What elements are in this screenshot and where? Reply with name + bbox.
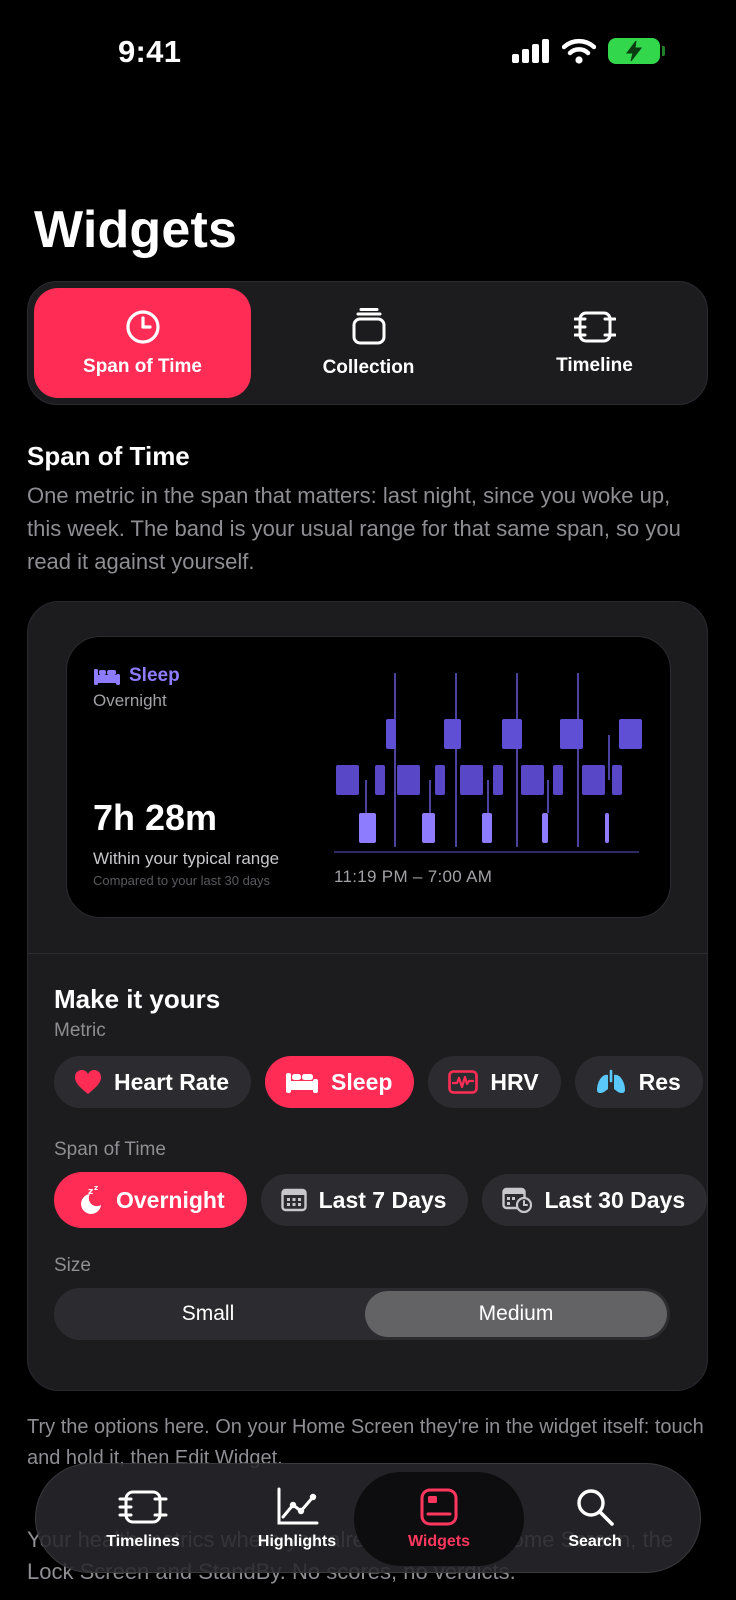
status-icons <box>512 38 665 64</box>
calendar-icon <box>280 1188 307 1212</box>
metric-chip-label: Sleep <box>331 1068 393 1095</box>
section-description: One metric in the span that matters: las… <box>27 483 681 574</box>
bed-icon <box>94 669 120 685</box>
lungs-icon <box>596 1069 625 1094</box>
metric-chip-sleep[interactable]: Sleep <box>265 1056 415 1108</box>
span-chip-last-30-days[interactable]: Last 30 Days <box>482 1174 707 1226</box>
tab-span-of-time-label: Span of Time <box>83 356 202 377</box>
metric-chip-respiratory[interactable]: Res <box>574 1056 703 1108</box>
metric-chip-label: Res <box>638 1068 681 1095</box>
span-chip-overnight[interactable]: z z Overnight <box>54 1172 247 1228</box>
span-chip-label: Overnight <box>116 1186 225 1213</box>
preview-time-range: 11:19 PM – 7:00 AM <box>334 867 493 886</box>
metric-chip-heart-rate[interactable]: Heart Rate <box>54 1056 252 1108</box>
tab-search-label: Search <box>568 1533 622 1550</box>
card-divider <box>28 953 707 954</box>
stack-icon <box>352 308 385 345</box>
tab-search[interactable]: Search <box>510 1472 680 1566</box>
tab-timeline-label: Timeline <box>556 355 633 376</box>
calendar-clock-icon <box>502 1187 533 1213</box>
bed-icon <box>286 1073 319 1093</box>
tab-highlights-label: Highlights <box>257 1533 337 1550</box>
tab-bar: Timelines Highlights Widgets Search <box>35 1463 701 1573</box>
span-chip-label: Last 7 Days <box>318 1186 447 1213</box>
section-heading: Span of Time <box>27 441 190 471</box>
cellular-signal-icon <box>512 39 549 63</box>
span-chip-row[interactable]: z z Overnight Last 7 Days Last 30 Days <box>54 1172 707 1228</box>
battery-charging-icon <box>608 38 665 64</box>
timeline-icon <box>573 311 616 343</box>
tab-timelines[interactable]: Timelines <box>58 1472 228 1566</box>
tab-widgets[interactable]: Widgets <box>354 1472 524 1566</box>
metric-chip-label: HRV <box>490 1068 539 1095</box>
tab-collection-label: Collection <box>322 357 415 378</box>
metric-label: Metric <box>54 1020 106 1041</box>
size-option-medium[interactable]: Medium <box>365 1291 667 1337</box>
svg-text:z: z <box>94 1185 98 1192</box>
tab-timeline[interactable]: Timeline <box>486 288 703 398</box>
metric-chip-row[interactable]: Heart Rate Sleep HRV Res <box>54 1056 703 1108</box>
chart-icon <box>277 1487 319 1525</box>
preview-metric-label: Sleep <box>129 665 180 686</box>
search-icon <box>577 1489 614 1526</box>
span-chip-last-7-days[interactable]: Last 7 Days <box>260 1174 469 1226</box>
widget-type-segmented-control: Span of Time Collection Timeline <box>27 281 708 405</box>
timelines-icon <box>118 1490 168 1524</box>
metric-chip-label: Heart Rate <box>114 1068 230 1095</box>
sleep-stages-chart <box>334 673 642 853</box>
status-time: 9:41 <box>118 34 182 69</box>
preview-value: 7h 28m <box>93 797 218 838</box>
tab-widgets-label: Widgets <box>407 1533 471 1550</box>
widget-preview: Sleep Overnight 7h 28m Within your typic… <box>66 636 671 918</box>
size-segmented-control: Small Medium <box>54 1288 670 1340</box>
span-label: Span of Time <box>54 1139 166 1160</box>
svg-text:z: z <box>88 1187 93 1197</box>
status-bar: 9:41 <box>0 0 736 110</box>
heart-icon <box>75 1070 101 1094</box>
clock-icon <box>125 310 160 344</box>
widget-icon <box>420 1488 458 1526</box>
metric-chip-hrv[interactable]: HRV <box>428 1056 561 1108</box>
make-it-yours-title: Make it yours <box>54 984 221 1014</box>
preview-comparison: Compared to your last 30 days <box>93 873 271 888</box>
wifi-icon <box>562 38 596 64</box>
size-option-small[interactable]: Small <box>57 1291 359 1337</box>
tab-collection[interactable]: Collection <box>260 288 477 398</box>
span-chip-label: Last 30 Days <box>544 1186 686 1213</box>
size-label: Size <box>54 1255 91 1276</box>
preview-metric: Sleep <box>93 665 180 687</box>
waveform-icon <box>448 1070 479 1094</box>
moon-zzz-icon: z z <box>81 1185 101 1214</box>
tab-timelines-label: Timelines <box>106 1533 180 1550</box>
page-title: Widgets <box>34 201 238 259</box>
tab-span-of-time[interactable]: Span of Time <box>34 288 251 398</box>
preview-status: Within your typical range <box>93 849 280 868</box>
widget-config-card: Sleep Overnight 7h 28m Within your typic… <box>27 601 708 1391</box>
preview-span: Overnight <box>93 691 167 710</box>
